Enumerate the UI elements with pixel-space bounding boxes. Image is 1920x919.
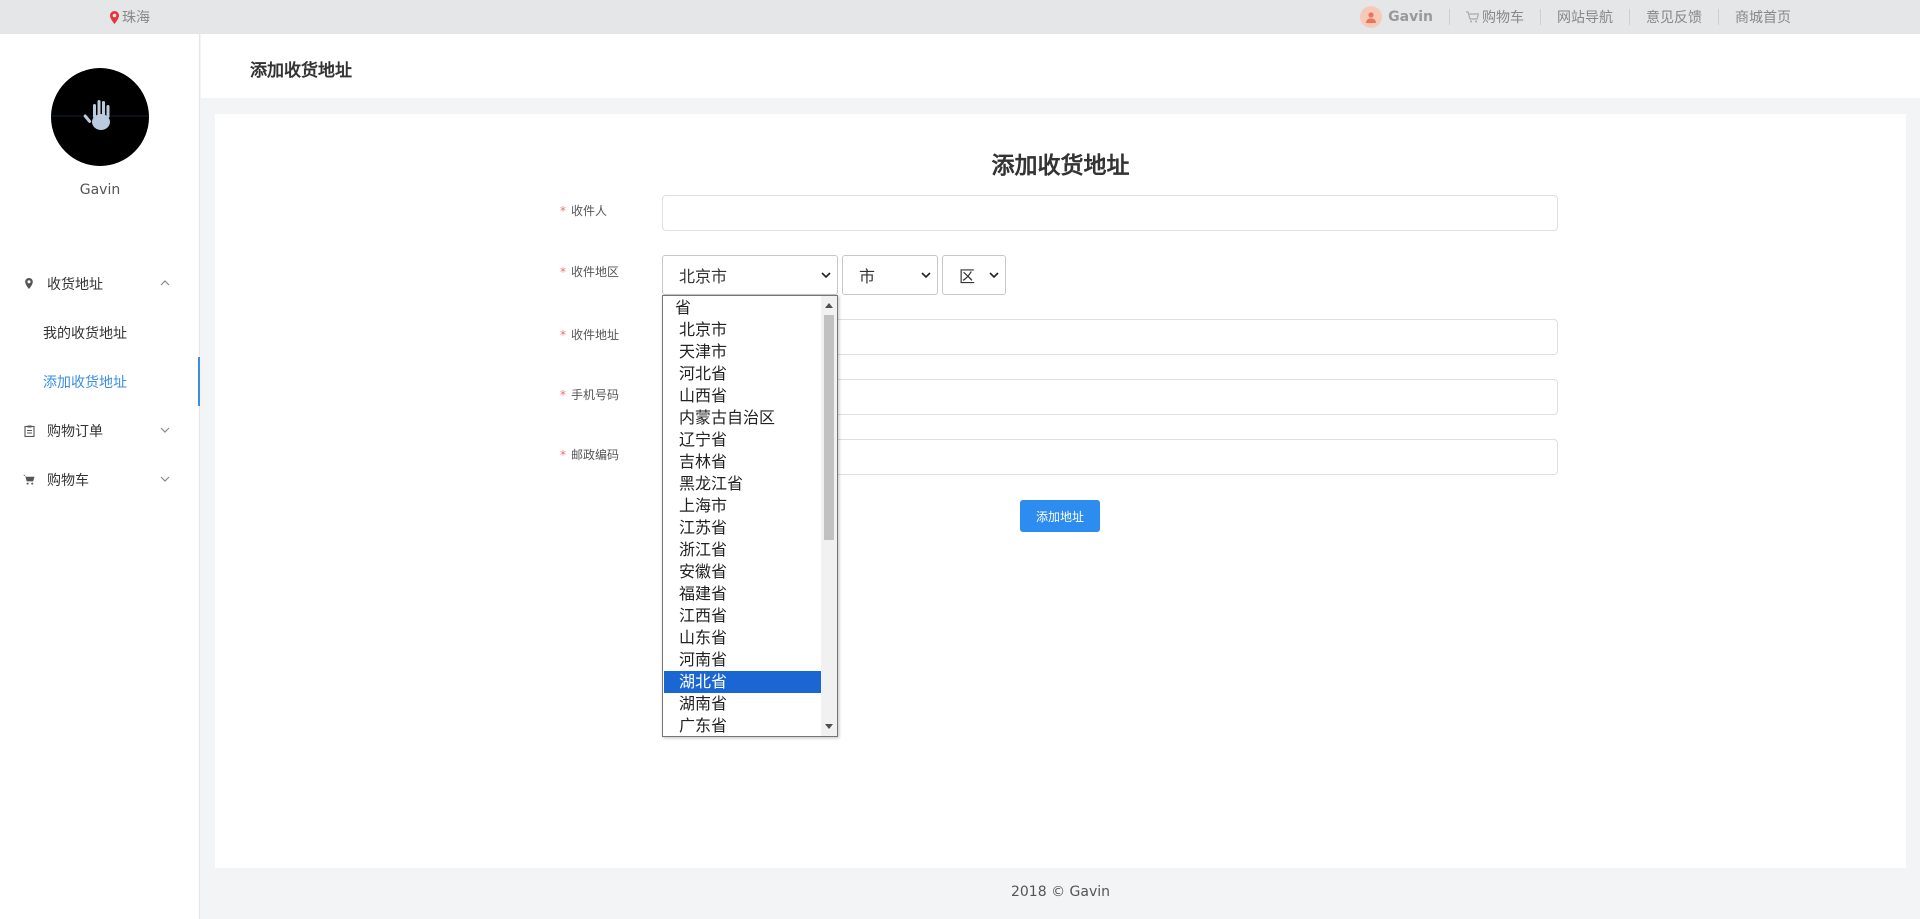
region-label: * 收件地区	[560, 263, 619, 280]
dropdown-option[interactable]: 山西省	[664, 385, 821, 407]
phone-label-text: 手机号码	[571, 388, 620, 402]
top-cart-link[interactable]: 购物车	[1449, 9, 1540, 26]
city-select[interactable]: 市	[842, 255, 938, 295]
required-mark: *	[560, 388, 566, 402]
district-select[interactable]: 区	[942, 255, 1006, 295]
scroll-up-arrow-icon[interactable]	[825, 302, 833, 308]
dropdown-option[interactable]: 吉林省	[664, 451, 821, 473]
feedback-label: 意见反馈	[1646, 10, 1702, 26]
sidebar-username: Gavin	[79, 182, 121, 198]
menu-group-address[interactable]: 收货地址	[0, 259, 200, 308]
dropdown-option[interactable]: 福建省	[664, 583, 821, 605]
location-text: 珠海	[122, 10, 150, 26]
city-select-value: 市	[859, 267, 876, 286]
menu-group-label: 购物车	[47, 472, 89, 489]
chevron-down-icon	[989, 272, 999, 279]
dropdown-option[interactable]: 广东省	[664, 715, 821, 736]
required-mark: *	[560, 328, 566, 342]
dropdown-option[interactable]: 内蒙古自治区	[664, 407, 821, 429]
form-card: 添加收货地址 * 收件人 * 收件地区 北京市 市 区 * 收件地址 * 手机号码 * 邮…	[215, 114, 1906, 868]
dropdown-option[interactable]: 天津市	[664, 341, 821, 363]
dropdown-option[interactable]: 江西省	[664, 605, 821, 627]
dropdown-option[interactable]: 湖南省	[664, 693, 821, 715]
sitemap-label: 网站导航	[1557, 10, 1613, 26]
required-mark: *	[560, 204, 566, 218]
home-link[interactable]: 商城首页	[1718, 9, 1807, 26]
sidebar: Gavin 收货地址 我的收货地址 添加收货地址 购物订单 购物车	[0, 34, 200, 919]
menu-group-cart[interactable]: 购物车	[0, 455, 200, 504]
map-pin-icon	[22, 277, 36, 291]
page-title: 添加收货地址	[250, 61, 352, 81]
sidebar-item-label: 添加收货地址	[43, 374, 127, 391]
chevron-down-icon	[160, 476, 170, 482]
location-selector[interactable]: 珠海	[110, 0, 150, 34]
required-mark: *	[560, 265, 566, 279]
zip-label-text: 邮政编码	[571, 448, 620, 462]
clipboard-icon	[22, 424, 36, 438]
hand-print-icon	[51, 100, 149, 130]
district-select-value: 区	[959, 267, 976, 286]
zip-label: * 邮政编码	[560, 446, 619, 463]
user-name: Gavin	[1388, 9, 1433, 25]
chevron-down-icon	[821, 272, 831, 279]
address-label-text: 收件地址	[571, 328, 620, 342]
form-title: 添加收货地址	[991, 153, 1130, 179]
receiver-input[interactable]	[662, 195, 1558, 231]
receiver-label-text: 收件人	[571, 204, 608, 218]
scroll-down-arrow-icon[interactable]	[825, 724, 833, 730]
sidebar-item-add-address[interactable]: 添加收货地址	[0, 357, 200, 406]
page-header: 添加收货地址	[201, 34, 1920, 98]
sidebar-item-my-addresses[interactable]: 我的收货地址	[0, 308, 200, 357]
top-bar: 珠海 Gavin 购物车 网站导航 意见反馈 商城首页	[0, 0, 1920, 34]
dropdown-option[interactable]: 山东省	[664, 627, 821, 649]
province-select-value: 北京市	[679, 267, 728, 286]
dropdown-option[interactable]: 辽宁省	[664, 429, 821, 451]
dropdown-option[interactable]: 浙江省	[664, 539, 821, 561]
dropdown-option[interactable]: 安徽省	[664, 561, 821, 583]
dropdown-option[interactable]: 上海市	[664, 495, 821, 517]
sitemap-link[interactable]: 网站导航	[1540, 9, 1629, 26]
address-label: * 收件地址	[560, 326, 619, 343]
dropdown-option[interactable]: 黑龙江省	[664, 473, 821, 495]
top-nav: Gavin 购物车 网站导航 意见反馈 商城首页	[1360, 0, 1807, 34]
dropdown-option[interactable]: 河北省	[664, 363, 821, 385]
menu-group-orders[interactable]: 购物订单	[0, 406, 200, 455]
province-select[interactable]: 北京市	[662, 255, 838, 295]
user-avatar-icon	[1360, 6, 1383, 28]
dropdown-option[interactable]: 河南省	[664, 649, 821, 671]
sidebar-item-label: 我的收货地址	[43, 325, 127, 342]
cart-icon	[22, 473, 36, 487]
add-address-button[interactable]: 添加地址	[1020, 500, 1100, 532]
chevron-up-icon	[160, 280, 170, 286]
receiver-label: * 收件人	[560, 202, 607, 219]
chevron-down-icon	[921, 272, 931, 279]
required-mark: *	[560, 448, 566, 462]
home-label: 商城首页	[1735, 10, 1791, 26]
menu-group-label: 收货地址	[47, 276, 103, 293]
user-menu[interactable]: Gavin	[1360, 6, 1449, 28]
footer-copyright: 2018 © Gavin	[1010, 884, 1110, 900]
cart-icon	[1466, 11, 1479, 23]
dropdown-option[interactable]: 省	[664, 297, 821, 319]
menu-group-label: 购物订单	[47, 423, 103, 440]
region-label-text: 收件地区	[571, 265, 620, 279]
chevron-down-icon	[160, 427, 170, 433]
map-pin-icon	[110, 10, 119, 24]
scrollbar-thumb[interactable]	[824, 315, 834, 540]
dropdown-option[interactable]: 北京市	[664, 319, 821, 341]
top-cart-label: 购物车	[1482, 10, 1524, 26]
profile-avatar[interactable]	[51, 68, 149, 166]
province-dropdown-list[interactable]: 广东省 湖南省 湖北省 河南省 山东省 江西省 福建省 安徽省 浙江省 江苏省 上海市 黑龙江省 吉林省…	[662, 295, 838, 737]
dropdown-option[interactable]: 江苏省	[664, 517, 821, 539]
feedback-link[interactable]: 意见反馈	[1629, 9, 1718, 26]
dropdown-scrollbar[interactable]	[821, 296, 837, 736]
dropdown-option[interactable]: 湖北省	[664, 671, 821, 693]
phone-label: * 手机号码	[560, 386, 619, 403]
